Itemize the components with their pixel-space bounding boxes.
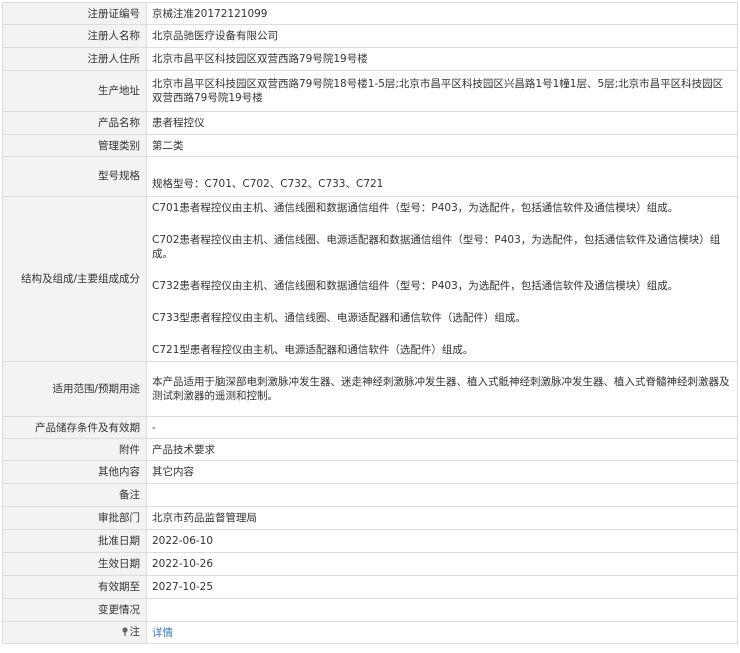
label-effective: 生效日期	[2, 552, 147, 576]
row-model: 型号规格 规格型号：C701、C702、C732、C733、C721	[2, 156, 738, 197]
label-expiry: 有效期至	[2, 575, 147, 599]
registration-table: 注册证编号 京械注准20172121099 注册人名称 北京品驰医疗设备有限公司…	[2, 2, 738, 644]
row-category: 管理类别 第二类	[2, 134, 738, 157]
row-reg-no: 注册证编号 京械注准20172121099	[2, 2, 738, 25]
label-model: 型号规格	[2, 156, 147, 197]
value-attachment: 产品技术要求	[146, 438, 738, 461]
structure-paragraph: C733型患者程控仪由主机、通信线圈、电源适配器和通信软件（选配件）组成。	[152, 312, 526, 324]
row-registrant: 注册人名称 北京品驰医疗设备有限公司	[2, 24, 738, 48]
value-note: 详情	[146, 621, 738, 644]
row-expiry: 有效期至 2027-10-25	[2, 575, 738, 599]
pin-icon	[121, 626, 129, 640]
label-product: 产品名称	[2, 111, 147, 135]
label-remark: 备注	[2, 483, 147, 507]
row-remark: 备注	[2, 483, 738, 507]
value-scope: 本产品适用于脑深部电刺激脉冲发生器、迷走神经刺激脉冲发生器、植入式骶神经刺激脉冲…	[146, 361, 738, 417]
value-effective: 2022-10-26	[146, 552, 738, 576]
value-product: 患者程控仪	[146, 111, 738, 135]
value-reg-no: 京械注准20172121099	[146, 2, 738, 25]
label-changes: 变更情况	[2, 598, 147, 622]
value-storage: -	[146, 416, 738, 439]
registration-certificate: 注册证编号 京械注准20172121099 注册人名称 北京品驰医疗设备有限公司…	[2, 2, 738, 644]
label-reg-no: 注册证编号	[2, 2, 147, 25]
label-authority: 审批部门	[2, 506, 147, 530]
value-authority: 北京市药品监督管理局	[146, 506, 738, 530]
label-storage: 产品储存条件及有效期	[2, 416, 147, 439]
label-category: 管理类别	[2, 134, 147, 157]
label-registrant: 注册人名称	[2, 24, 147, 48]
note-label-text: 注	[129, 626, 141, 638]
label-note: 注	[2, 621, 147, 644]
row-other: 其他内容 其它内容	[2, 460, 738, 484]
label-approval: 批准日期	[2, 529, 147, 553]
value-remark	[146, 483, 738, 507]
value-other: 其它内容	[146, 460, 738, 484]
value-category: 第二类	[146, 134, 738, 157]
row-storage: 产品储存条件及有效期 -	[2, 416, 738, 439]
value-structure: C701患者程控仪由主机、通信线圈和数据通信组件（型号：P403，为选配件，包括…	[146, 196, 738, 362]
value-production: 北京市昌平区科技园区双营西路79号院18号楼1-5层;北京市昌平区科技园区兴昌路…	[146, 70, 738, 112]
label-structure: 结构及组成/主要组成成分	[2, 196, 147, 362]
structure-paragraph: C702患者程控仪由主机、通信线圈、电源适配器和数据通信组件（型号：P403，为…	[152, 234, 721, 260]
details-link[interactable]: 详情	[152, 627, 173, 639]
row-attachment: 附件 产品技术要求	[2, 438, 738, 461]
row-scope: 适用范围/预期用途 本产品适用于脑深部电刺激脉冲发生器、迷走神经刺激脉冲发生器、…	[2, 361, 738, 417]
structure-paragraph: C721型患者程控仪由主机、电源适配器和通信软件（选配件）组成。	[152, 344, 474, 356]
value-approval: 2022-06-10	[146, 529, 738, 553]
row-product: 产品名称 患者程控仪	[2, 111, 738, 135]
label-residence: 注册人住所	[2, 47, 147, 71]
row-approval: 批准日期 2022-06-10	[2, 529, 738, 553]
row-authority: 审批部门 北京市药品监督管理局	[2, 506, 738, 530]
label-scope: 适用范围/预期用途	[2, 361, 147, 417]
structure-paragraph: C701患者程控仪由主机、通信线圈和数据通信组件（型号：P403，为选配件，包括…	[152, 202, 679, 214]
row-changes: 变更情况	[2, 598, 738, 622]
row-effective: 生效日期 2022-10-26	[2, 552, 738, 576]
label-other: 其他内容	[2, 460, 147, 484]
structure-paragraph: C732患者程控仪由主机、通信线圈和数据通信组件（型号：P403，为选配件，包括…	[152, 280, 679, 292]
value-changes	[146, 598, 738, 622]
value-expiry: 2027-10-25	[146, 575, 738, 599]
label-attachment: 附件	[2, 438, 147, 461]
row-note: 注 详情	[2, 621, 738, 644]
label-production: 生产地址	[2, 70, 147, 112]
row-production: 生产地址 北京市昌平区科技园区双营西路79号院18号楼1-5层;北京市昌平区科技…	[2, 70, 738, 112]
row-residence: 注册人住所 北京市昌平区科技园区双营西路79号院19号楼	[2, 47, 738, 71]
value-residence: 北京市昌平区科技园区双营西路79号院19号楼	[146, 47, 738, 71]
value-model: 规格型号：C701、C702、C732、C733、C721	[146, 156, 738, 197]
value-registrant: 北京品驰医疗设备有限公司	[146, 24, 738, 48]
row-structure: 结构及组成/主要组成成分 C701患者程控仪由主机、通信线圈和数据通信组件（型号…	[2, 196, 738, 362]
